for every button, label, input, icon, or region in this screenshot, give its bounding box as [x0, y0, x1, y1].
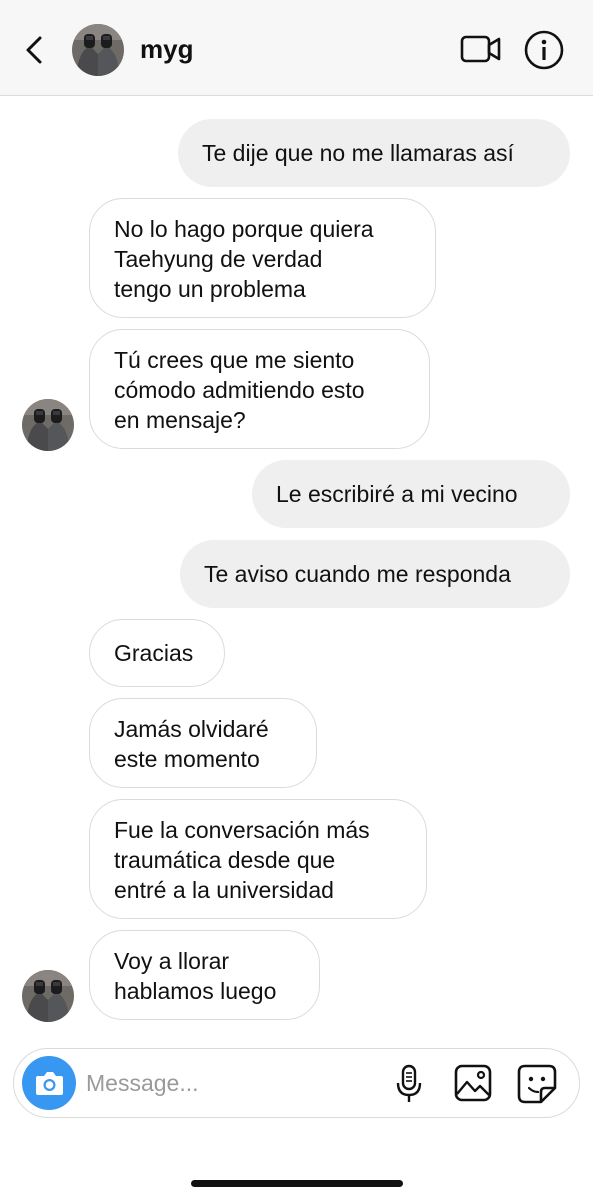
info-icon[interactable]	[523, 29, 565, 71]
avatar[interactable]	[22, 970, 74, 1022]
message-bubble-received[interactable]: No lo hago porque quiera Taehyung de ver…	[89, 198, 436, 318]
message-bubble-received[interactable]: Fue la conversación más traumática desde…	[89, 799, 427, 919]
avatar[interactable]	[22, 399, 74, 451]
video-camera-icon[interactable]	[459, 30, 503, 68]
message-bubble-sent[interactable]: Te dije que no me llamaras así	[178, 119, 570, 187]
message-bubble-received[interactable]: Tú crees que me siento cómodo admitiendo…	[89, 329, 430, 449]
chat-screen: myg Te dije que no me llamaras así No lo…	[0, 0, 593, 1200]
chat-header: myg	[0, 0, 593, 96]
message-bubble-received[interactable]: Gracias	[89, 619, 225, 687]
message-bubble-sent[interactable]: Le escribiré a mi vecino	[252, 460, 570, 528]
avatar[interactable]	[72, 24, 124, 76]
home-indicator	[191, 1180, 403, 1187]
sticker-icon[interactable]	[517, 1064, 557, 1104]
message-composer	[13, 1048, 580, 1118]
image-icon[interactable]	[454, 1064, 492, 1102]
contact-name[interactable]: myg	[140, 34, 193, 65]
message-input[interactable]	[86, 1063, 376, 1103]
message-bubble-sent[interactable]: Te aviso cuando me responda	[180, 540, 570, 608]
message-bubble-received[interactable]: Voy a llorar hablamos luego	[89, 930, 320, 1020]
camera-icon[interactable]	[22, 1056, 76, 1110]
microphone-icon[interactable]	[394, 1063, 424, 1105]
chevron-left-icon[interactable]	[20, 30, 50, 70]
message-bubble-received[interactable]: Jamás olvidaré este momento	[89, 698, 317, 788]
